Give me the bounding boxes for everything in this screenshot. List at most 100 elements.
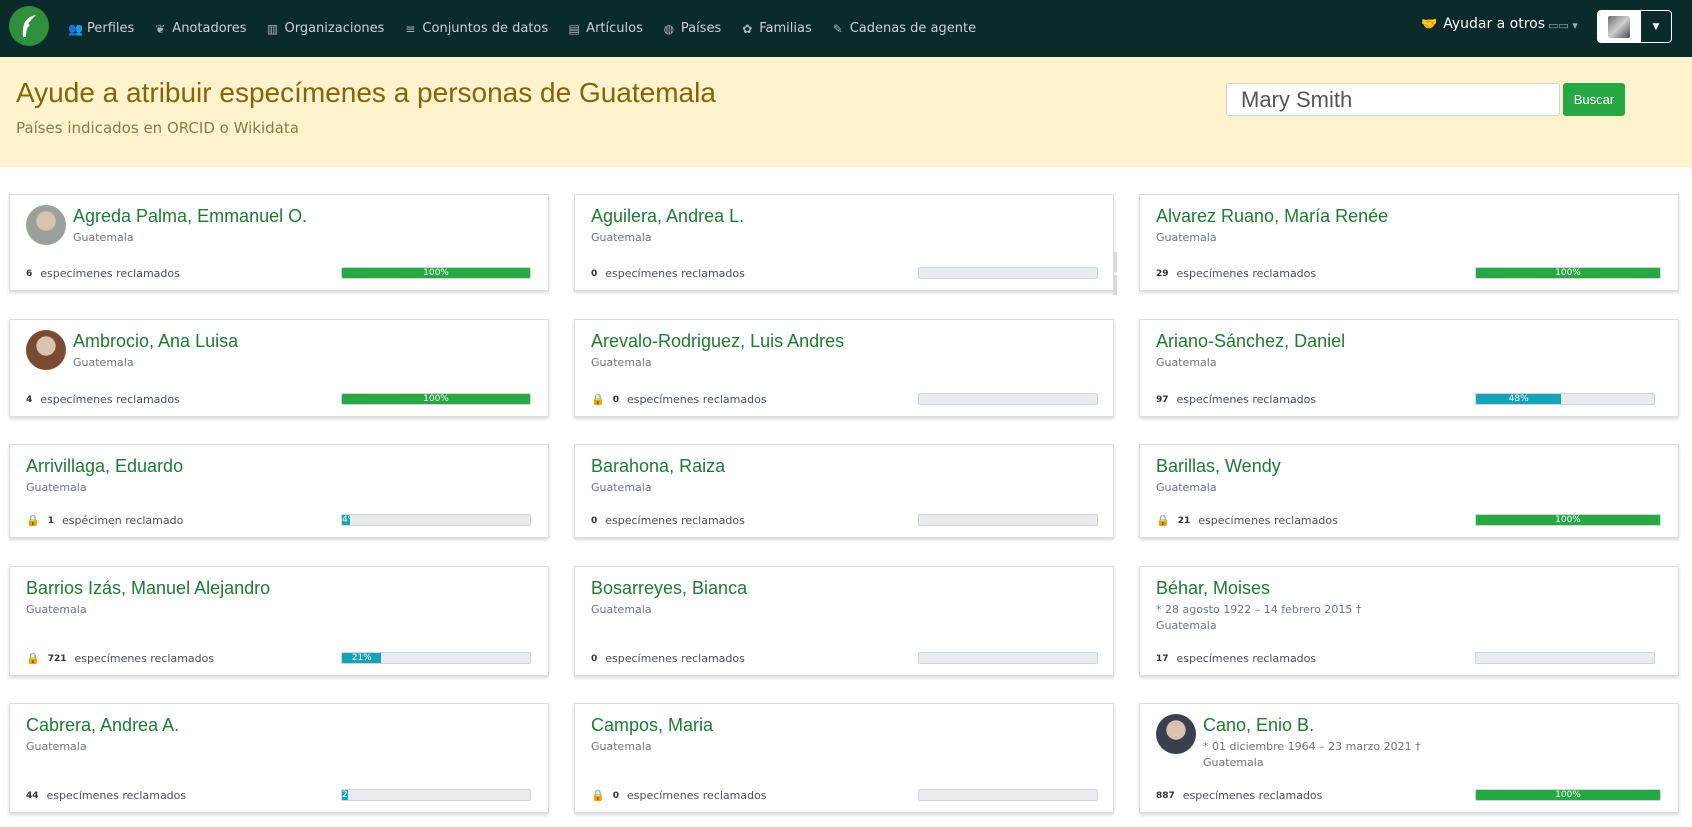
profile-card[interactable]: Barahona, Raiza Guatemala 0 especímenes rec… — [574, 444, 1114, 538]
country-label: Guatemala — [73, 231, 134, 244]
profile-name-link[interactable]: Campos, Maria — [591, 715, 713, 736]
nav-item-conjuntos-de-datos[interactable]: ≡ Conjuntos de datos — [403, 21, 548, 36]
avatar[interactable] — [26, 330, 66, 370]
profile-meta: Guatemala — [26, 739, 87, 755]
profile-card[interactable]: Ariano-Sánchez, Daniel Guatemala 97 especím… — [1139, 319, 1679, 417]
profile-card[interactable]: Alvarez Ruano, María Renée Guatemala 29 esp… — [1139, 194, 1679, 291]
avatar[interactable] — [26, 205, 66, 245]
user-menu-button[interactable]: ▼ — [1597, 10, 1672, 43]
search-input[interactable] — [1226, 83, 1560, 116]
profile-card[interactable]: Aguilera, Andrea L. Guatemala 0 especímenes… — [574, 194, 1114, 291]
claimed-count: 721 — [47, 653, 67, 664]
claimed-count: 29 — [1156, 268, 1169, 279]
country-label: Guatemala — [26, 481, 87, 494]
profile-meta: Guatemala — [591, 355, 652, 371]
progress-bar: 21% — [341, 652, 531, 664]
chevron-down-icon[interactable]: ▼ — [1640, 11, 1671, 42]
pagelines-icon: ✿ — [742, 21, 753, 36]
profile-card[interactable]: Cabrera, Andrea A. Guatemala 44 especímenes… — [9, 703, 549, 813]
progress-bar — [918, 267, 1098, 279]
profile-card[interactable]: Campos, Maria Guatemala 🔒 0 especímenes recl… — [574, 703, 1114, 813]
main-nav: 👥 Perfiles ❦ Anotadores ▥ Organizaciones ≡ Conj… — [68, 0, 995, 57]
profile-name-link[interactable]: Ambrocio, Ana Luisa — [73, 331, 238, 352]
progress-bar — [918, 514, 1098, 526]
nav-item-cadenas-de-agente[interactable]: ✎ Cadenas de agente — [831, 21, 976, 36]
profile-meta: Guatemala — [26, 480, 87, 496]
nav-item-art-culos[interactable]: ▤ Artículos — [567, 21, 643, 36]
hands-helping-icon: 🤝 — [1421, 16, 1438, 32]
profile-name-link[interactable]: Cabrera, Andrea A. — [26, 715, 179, 736]
profile-name-link[interactable]: Béhar, Moises — [1156, 578, 1270, 599]
nav-item-pa-ses[interactable]: ◍ Países — [662, 21, 722, 36]
progress-fill: 100% — [342, 268, 530, 278]
country-label: Guatemala — [591, 481, 652, 494]
lock-icon: 🔒 — [591, 393, 605, 406]
profile-card[interactable]: Arevalo-Rodriguez, Luis Andres Guatemala 🔒… — [574, 319, 1114, 417]
avatar[interactable] — [1598, 11, 1640, 42]
profile-name-link[interactable]: Alvarez Ruano, María Renée — [1156, 206, 1388, 227]
claimed-count: 0 — [612, 394, 619, 405]
claimed-label: especímenes reclamados — [626, 393, 767, 406]
users-icon: 👥 — [68, 21, 83, 36]
claimed-label: especímenes reclamados — [1176, 393, 1317, 406]
progress-bar — [1475, 652, 1655, 664]
claimed-count: 97 — [1156, 394, 1169, 405]
help-others-link[interactable]: 🤝 Ayudar a otros — [1421, 16, 1545, 32]
country-label: Guatemala — [591, 231, 652, 244]
claimed-count: 0 — [591, 653, 598, 664]
claimed-summary: 🔒 0 especímenes reclamados — [591, 393, 767, 406]
profile-meta: Guatemala — [591, 739, 652, 755]
language-dropdown[interactable]: ▭▭ ▾ — [1548, 19, 1578, 32]
nav-item-label: Países — [680, 21, 722, 36]
bloodhound-logo[interactable] — [9, 6, 49, 46]
claimed-count: 6 — [26, 268, 33, 279]
claimed-label: especímenes reclamados — [40, 393, 180, 406]
profile-card[interactable]: Agreda Palma, Emmanuel O. Guatemala 6 espec… — [9, 194, 549, 291]
claimed-label: especímenes reclamados — [626, 789, 767, 802]
claimed-summary: 🔒 1 espécimen reclamado — [26, 514, 183, 527]
profile-name-link[interactable]: Barahona, Raiza — [591, 456, 725, 477]
profile-name-link[interactable]: Barillas, Wendy — [1156, 456, 1281, 477]
claimed-summary: 0 especímenes reclamados — [591, 267, 745, 280]
profile-card[interactable]: Bosarreyes, Bianca Guatemala 0 especímenes … — [574, 566, 1114, 676]
profile-name-link[interactable]: Barrios Izás, Manuel Alejandro — [26, 578, 270, 599]
profile-card[interactable]: Barrios Izás, Manuel Alejandro Guatemala 🔒… — [9, 566, 549, 676]
claimed-summary: 17 especímenes reclamados — [1156, 652, 1316, 665]
claimed-summary: 29 especímenes reclamados — [1156, 267, 1316, 280]
leaf-logo-icon — [22, 15, 36, 37]
profile-card[interactable]: Cano, Enio B. * 01 diciembre 1964 – 23 ma… — [1139, 703, 1679, 813]
profile-name-link[interactable]: Arevalo-Rodriguez, Luis Andres — [591, 331, 844, 352]
profile-name-link[interactable]: Aguilera, Andrea L. — [591, 206, 744, 227]
claimed-label: especímenes reclamados — [1198, 514, 1338, 527]
lock-icon: 🔒 — [591, 789, 605, 802]
profile-name-link[interactable]: Ariano-Sánchez, Daniel — [1156, 331, 1345, 352]
claimed-summary: 🔒 21 especímenes reclamados — [1156, 514, 1338, 527]
search-button[interactable]: Buscar — [1563, 83, 1625, 116]
nav-item-label: Conjuntos de datos — [422, 21, 549, 36]
profile-name-link[interactable]: Cano, Enio B. — [1203, 715, 1314, 736]
nav-item-organizaciones[interactable]: ▥ Organizaciones — [265, 21, 385, 36]
nav-item-anotadores[interactable]: ❦ Anotadores — [153, 21, 246, 36]
profile-card[interactable]: Arrivillaga, Eduardo Guatemala 🔒 1 espécimen… — [9, 444, 549, 538]
avatar[interactable] — [1156, 714, 1196, 754]
claimed-label: especímenes reclamados — [605, 652, 745, 665]
claimed-summary: 6 especímenes reclamados — [26, 267, 180, 280]
claimed-summary: 0 especímenes reclamados — [591, 652, 745, 665]
profile-meta: Guatemala — [73, 355, 134, 371]
profile-card[interactable]: Ambrocio, Ana Luisa Guatemala 4 especímenes… — [9, 319, 549, 417]
profile-name-link[interactable]: Arrivillaga, Eduardo — [26, 456, 183, 477]
profile-meta: * 28 agosto 1922 – 14 febrero 2015 † Guat… — [1156, 602, 1361, 634]
claimed-count: 17 — [1156, 653, 1169, 664]
progress-fill: 100% — [342, 394, 530, 404]
country-label: Guatemala — [591, 356, 652, 369]
nav-item-familias[interactable]: ✿ Familias — [740, 21, 812, 36]
profile-card[interactable]: Barillas, Wendy Guatemala 🔒 21 especímenes r… — [1139, 444, 1679, 538]
profile-name-link[interactable]: Bosarreyes, Bianca — [591, 578, 747, 599]
profile-name-link[interactable]: Agreda Palma, Emmanuel O. — [73, 206, 307, 227]
claimed-label: especímenes reclamados — [1176, 267, 1317, 280]
profile-meta: Guatemala — [73, 230, 134, 246]
signature-icon: ✎ — [832, 21, 843, 36]
profile-meta: Guatemala — [591, 480, 652, 496]
profile-card[interactable]: Béhar, Moises * 28 agosto 1922 – 14 febre… — [1139, 566, 1679, 676]
nav-item-perfiles[interactable]: 👥 Perfiles — [68, 21, 134, 36]
